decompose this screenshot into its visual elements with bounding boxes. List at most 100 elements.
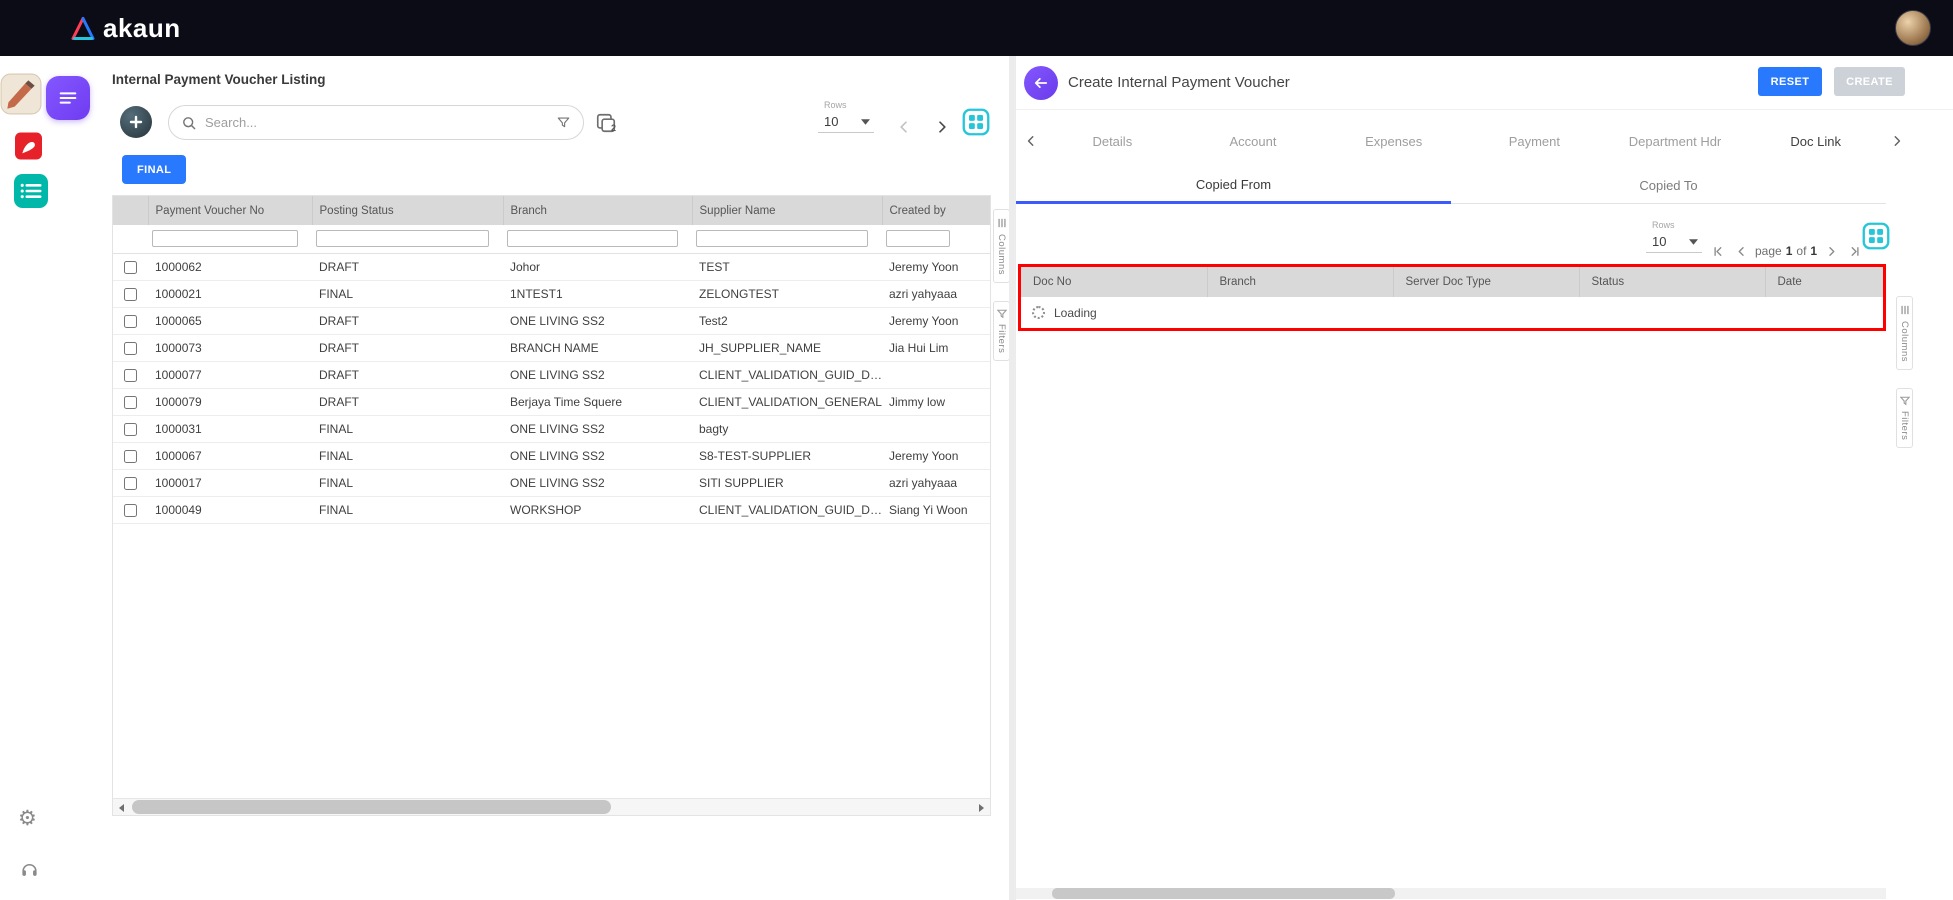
row-checkbox[interactable] [124, 315, 137, 328]
left-sidebar: ⚙ [0, 56, 112, 900]
tabs-scroll-left-button[interactable] [1020, 134, 1042, 148]
brand-name: akaun [103, 13, 181, 44]
create-button[interactable]: CREATE [1834, 67, 1905, 96]
filters-side-tab[interactable]: Filters [993, 301, 1010, 361]
rows-per-page-select[interactable]: 10 [1646, 233, 1702, 253]
create-voucher-panel: Create Internal Payment Voucher RESET CR… [1016, 56, 1953, 900]
table-row[interactable]: 1000062DRAFTJohorTESTJeremy Yoon [113, 253, 990, 280]
tab-expenses[interactable]: Expenses [1323, 134, 1464, 149]
row-checkbox[interactable] [124, 261, 137, 274]
filter-funnel-icon[interactable] [556, 115, 571, 130]
row-checkbox[interactable] [124, 288, 137, 301]
row-select-cell [113, 280, 148, 307]
table-row[interactable]: 1000067FINALONE LIVING SS2S8-TEST-SUPPLI… [113, 442, 990, 469]
filters-side-tab-label: Filters [996, 324, 1007, 353]
table-row[interactable]: 1000073DRAFTBRANCH NAMEJH_SUPPLIER_NAMEJ… [113, 334, 990, 361]
prev-page-button[interactable] [1732, 242, 1750, 260]
create-panel-title: Create Internal Payment Voucher [1068, 74, 1290, 91]
add-voucher-button[interactable] [120, 106, 152, 138]
row-checkbox[interactable] [124, 369, 137, 382]
subtab-copied-to[interactable]: Copied To [1451, 168, 1886, 204]
cell-branch: 1NTEST1 [503, 280, 692, 307]
tabs-scroll-right-button[interactable] [1886, 134, 1908, 148]
hscroll-left-arrow[interactable] [113, 799, 130, 815]
rows-per-page-select[interactable]: 10 [818, 113, 874, 133]
row-checkbox[interactable] [124, 423, 137, 436]
cell-supplier-name: CLIENT_VALIDATION_GENERAL [692, 388, 882, 415]
duplicate-window-button[interactable]: 2 [594, 111, 618, 135]
filter-input-supplier-name[interactable] [696, 230, 868, 247]
table-row[interactable]: 1000021FINAL1NTEST1ZELONGTESTazri yahyaa… [113, 280, 990, 307]
table-row[interactable]: 1000065DRAFTONE LIVING SS2Test2Jeremy Yo… [113, 307, 990, 334]
tab-doc-link[interactable]: Doc Link [1745, 134, 1886, 149]
loading-text: Loading [1054, 306, 1097, 320]
back-button[interactable] [1024, 66, 1058, 100]
cell-voucher-no: 1000031 [148, 415, 312, 442]
hscroll-thumb[interactable] [1052, 888, 1395, 899]
filter-input-posting-status[interactable] [316, 230, 489, 247]
cell-posting-status: DRAFT [312, 307, 503, 334]
plus-icon [129, 115, 143, 129]
create-panel-header: Create Internal Payment Voucher RESET CR… [1016, 56, 1953, 110]
table-row[interactable]: 1000049FINALWORKSHOPCLIENT_VALIDATION_GU… [113, 496, 990, 523]
settings-button[interactable]: ⚙ [18, 808, 37, 829]
support-button[interactable] [20, 860, 39, 882]
cell-supplier-name: bagty [692, 415, 882, 442]
page-title: Internal Payment Voucher Listing [112, 72, 326, 87]
next-page-button[interactable] [931, 116, 953, 138]
grid-view-icon [1862, 222, 1890, 250]
subtab-copied-from[interactable]: Copied From [1016, 168, 1451, 204]
hscroll-right-arrow[interactable] [973, 799, 990, 815]
row-checkbox[interactable] [124, 477, 137, 490]
cell-posting-status: DRAFT [312, 361, 503, 388]
app-logo-icon[interactable] [0, 73, 42, 120]
tab-details[interactable]: Details [1042, 134, 1183, 149]
last-page-button[interactable] [1845, 242, 1863, 260]
duplicate-window-badge: 2 [611, 123, 616, 133]
final-filter-chip[interactable]: FINAL [122, 155, 186, 184]
filter-input-branch[interactable] [507, 230, 678, 247]
view-switcher-button[interactable] [962, 108, 990, 136]
filters-side-tab[interactable]: Filters [1896, 388, 1913, 448]
tab-department-hdr[interactable]: Department Hdr [1605, 134, 1746, 149]
table-row[interactable]: 1000077DRAFTONE LIVING SS2CLIENT_VALIDAT… [113, 361, 990, 388]
reset-button[interactable]: RESET [1758, 67, 1822, 96]
row-checkbox[interactable] [124, 342, 137, 355]
user-avatar[interactable] [1895, 10, 1931, 46]
tab-account[interactable]: Account [1183, 134, 1324, 149]
table-header-row: Payment Voucher No Posting Status Branch… [113, 196, 990, 225]
cell-branch: ONE LIVING SS2 [503, 307, 692, 334]
table-row[interactable]: 1000017FINALONE LIVING SS2SITI SUPPLIERa… [113, 469, 990, 496]
tab-payment[interactable]: Payment [1464, 134, 1605, 149]
rows-value: 10 [824, 114, 838, 129]
chevron-down-icon [861, 119, 870, 125]
filter-input-created-by[interactable] [886, 230, 950, 247]
row-select-cell [113, 442, 148, 469]
cell-supplier-name: TEST [692, 253, 882, 280]
sidebar-item-pdf[interactable] [15, 132, 42, 160]
search-input[interactable] [205, 115, 548, 130]
cell-supplier-name: CLIENT_VALIDATION_GUID_DO... [692, 496, 882, 523]
columns-side-tab[interactable]: Columns [1896, 296, 1913, 370]
sidebar-menu-toggle-button[interactable] [46, 76, 90, 120]
cell-supplier-name: JH_SUPPLIER_NAME [692, 334, 882, 361]
prev-page-button[interactable] [893, 116, 915, 138]
hscroll-thumb[interactable] [132, 800, 611, 814]
doc-link-table-highlight-box: Doc No Branch Server Doc Type Status Dat… [1018, 264, 1886, 331]
columns-side-tab[interactable]: Columns [993, 209, 1010, 283]
pdf-icon [15, 132, 42, 160]
table-row[interactable]: 1000079DRAFTBerjaya Time SquereCLIENT_VA… [113, 388, 990, 415]
sidebar-item-listing[interactable] [14, 174, 48, 208]
view-switcher-button[interactable] [1862, 222, 1890, 250]
row-checkbox[interactable] [124, 396, 137, 409]
filter-input-voucher-no[interactable] [152, 230, 298, 247]
next-page-button[interactable] [1822, 242, 1840, 260]
row-checkbox[interactable] [124, 504, 137, 517]
table-row[interactable]: 1000031FINALONE LIVING SS2bagty [113, 415, 990, 442]
app-root: akaun [0, 0, 1953, 900]
row-checkbox[interactable] [124, 450, 137, 463]
panel-divider [1009, 56, 1016, 900]
pagination: page 1 of 1 [1709, 240, 1863, 262]
first-page-button[interactable] [1709, 242, 1727, 260]
cell-branch: Berjaya Time Squere [503, 388, 692, 415]
